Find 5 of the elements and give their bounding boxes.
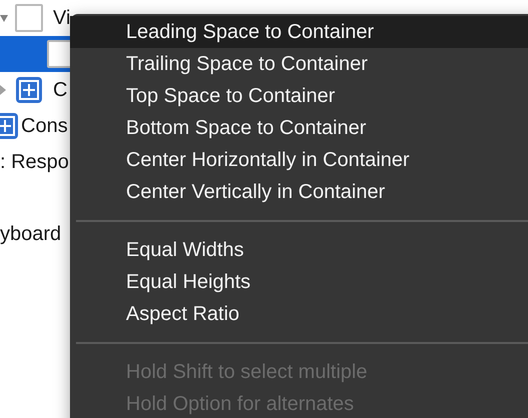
- outline-label: Cons: [21, 114, 68, 139]
- outline-label: Vi: [53, 6, 70, 31]
- outline-label: C: [53, 78, 68, 103]
- outline-label: : Respo: [0, 150, 69, 175]
- outline-label: yboard: [0, 222, 62, 247]
